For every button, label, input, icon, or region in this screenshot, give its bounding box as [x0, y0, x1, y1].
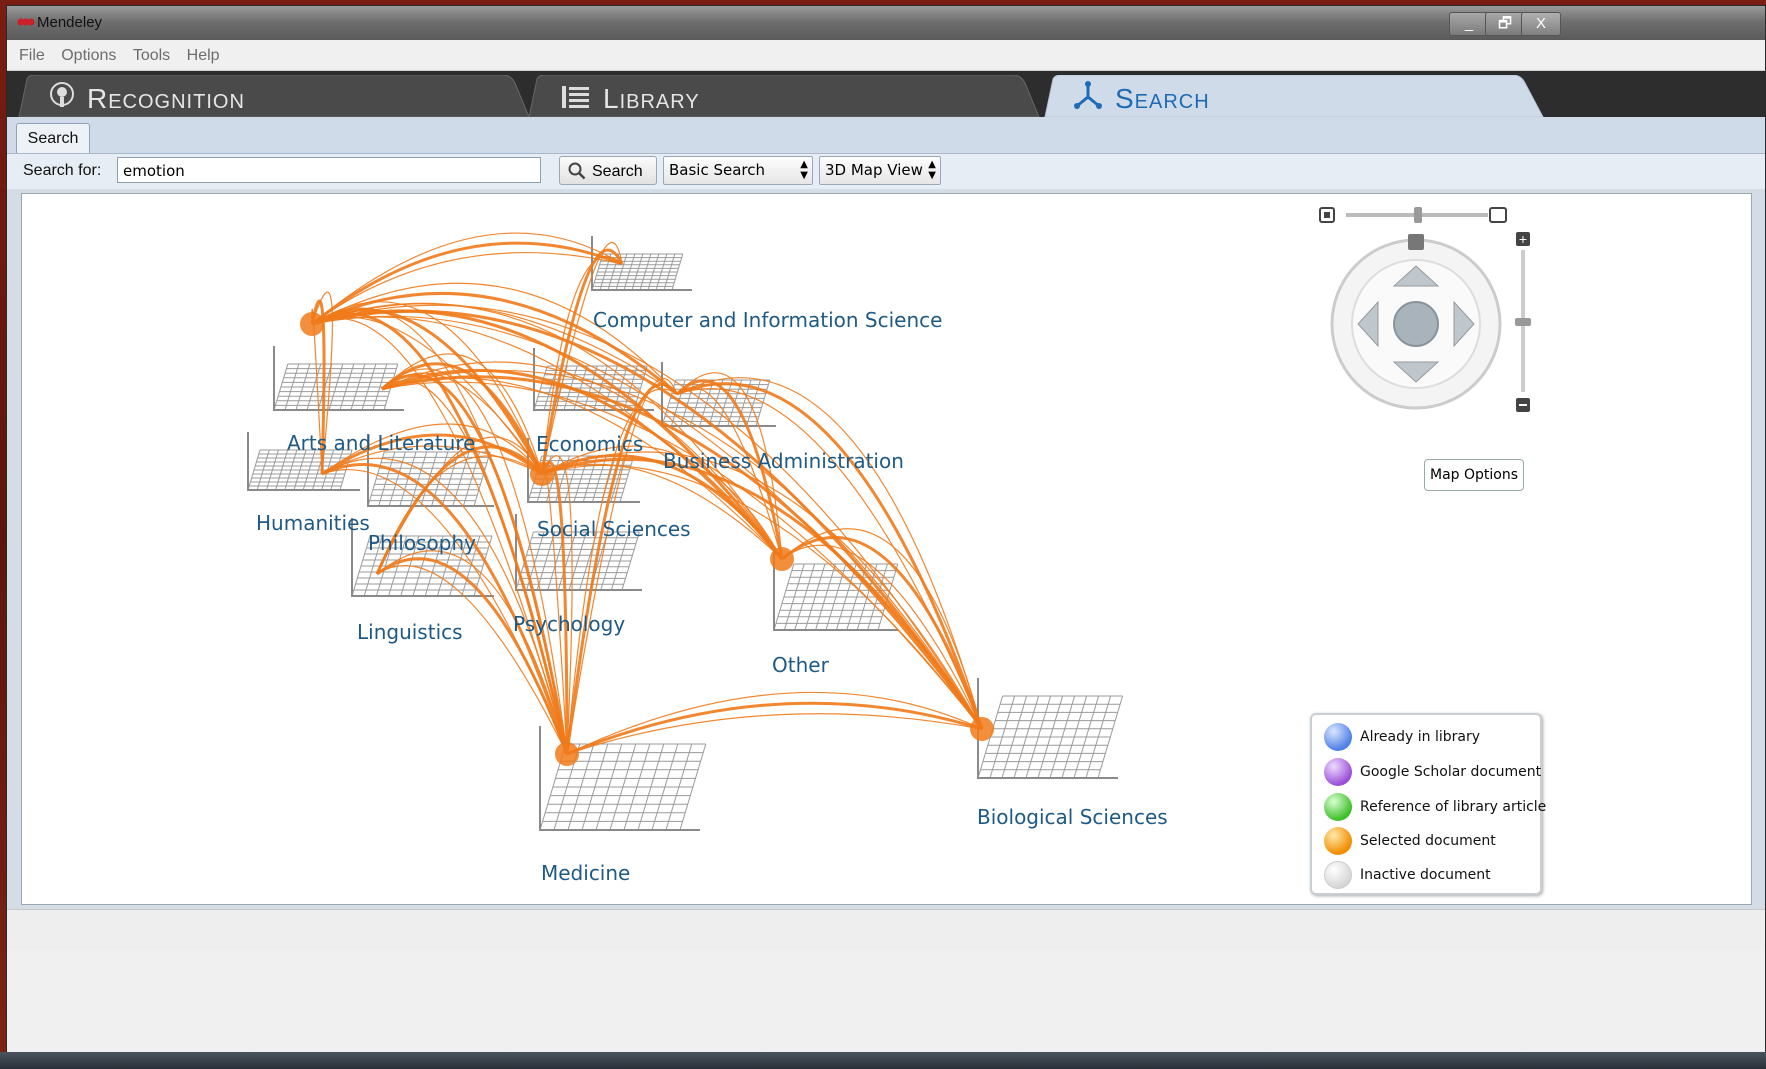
view-mode-value: 3D Map View	[825, 161, 923, 179]
updown-arrow-icon: ▲ ▼	[800, 159, 808, 181]
citation-link	[781, 528, 983, 730]
menu-tools[interactable]: Tools	[133, 47, 170, 65]
category-grid[interactable]	[591, 236, 692, 291]
search-network-icon	[1074, 81, 1102, 109]
link-hub[interactable]	[300, 312, 324, 336]
tab-shape	[528, 75, 1040, 117]
category-label[interactable]: Linguistics	[357, 620, 463, 644]
search-for-label: Search for:	[23, 162, 102, 179]
title-bar[interactable]: Mendeley _ 🗗 X	[7, 6, 1765, 40]
search-toolbar: Search for: emotion Search Basic Search …	[7, 153, 1765, 190]
map-canvas[interactable]: Computer and Information Science Arts an…	[21, 193, 1752, 905]
menu-file[interactable]: File	[19, 47, 45, 65]
category-label[interactable]: Economics	[536, 432, 643, 456]
category-label[interactable]: Medicine	[541, 861, 630, 885]
tab-search[interactable]: Search	[1043, 75, 1565, 117]
close-button[interactable]: X	[1521, 12, 1561, 36]
category-label[interactable]: Business Administration	[663, 449, 904, 473]
subtab-search[interactable]: Search	[16, 123, 90, 154]
recognition-icon	[50, 82, 74, 107]
legend-label: Inactive document	[1360, 867, 1491, 883]
library-icon	[562, 86, 589, 108]
view-mode-select[interactable]: 3D Map View ▲ ▼	[819, 156, 941, 185]
citation-link	[566, 701, 983, 756]
map-legend: Already in library Google Scholar docume…	[1310, 713, 1546, 895]
map-frame: Computer and Information Science Arts an…	[7, 189, 1765, 909]
legend-ball-icon	[1324, 827, 1352, 855]
citation-link	[376, 565, 568, 755]
sub-tab-bar: Search	[7, 117, 1765, 154]
minimize-button[interactable]: _	[1449, 12, 1489, 36]
legend-ball-icon	[1324, 758, 1352, 786]
legend-label: Selected document	[1360, 833, 1496, 849]
citation-link	[676, 388, 983, 730]
category-label[interactable]: Computer and Information Science	[593, 308, 942, 332]
link-hub[interactable]	[970, 717, 994, 741]
map-options-button[interactable]: Map Options	[1424, 459, 1524, 491]
citation-link	[676, 382, 984, 730]
mendeley-logo-icon	[17, 18, 35, 26]
main-tab-strip: Recognition Library Search	[7, 71, 1765, 117]
citation-link	[676, 377, 983, 730]
legend-ball-icon	[1324, 723, 1352, 751]
svg-text:+: +	[1519, 231, 1527, 247]
magnifier-icon	[568, 162, 586, 180]
citation-link	[566, 713, 983, 755]
window-title: Mendeley	[37, 14, 103, 31]
os-taskbar	[0, 1052, 1766, 1069]
menu-bar: File Options Tools Help	[7, 40, 1765, 71]
map-navigation-control[interactable]: +	[1318, 202, 1536, 424]
menu-help[interactable]: Help	[187, 47, 220, 65]
legend-ball-icon	[1324, 793, 1352, 821]
tab-search-label: Search	[1115, 83, 1210, 114]
updown-arrow-icon: ▲ ▼	[928, 159, 936, 181]
category-label[interactable]: Philosophy	[368, 531, 476, 555]
search-input[interactable]: emotion	[117, 157, 541, 183]
tab-recognition[interactable]: Recognition	[13, 75, 533, 117]
link-hub[interactable]	[770, 547, 794, 571]
legend-label: Reference of library article	[1360, 799, 1547, 815]
category-label[interactable]: Other	[772, 653, 829, 677]
link-hub[interactable]	[555, 742, 579, 766]
tab-library[interactable]: Library	[523, 75, 1043, 117]
tab-library-label: Library	[603, 83, 700, 114]
search-button-label: Search	[592, 163, 643, 180]
menu-options[interactable]: Options	[61, 47, 116, 65]
restore-button[interactable]: 🗗	[1485, 12, 1525, 36]
legend-label: Already in library	[1360, 729, 1480, 745]
tab-recognition-label: Recognition	[87, 83, 245, 114]
search-mode-value: Basic Search	[669, 161, 766, 179]
category-grid[interactable]	[977, 678, 1124, 779]
mendeley-window: Mendeley _ 🗗 X File Options Tools Help R…	[6, 5, 1766, 1054]
legend-label: Google Scholar document	[1360, 764, 1542, 780]
link-hub[interactable]	[530, 462, 554, 486]
category-label[interactable]: Biological Sciences	[977, 805, 1168, 829]
category-label[interactable]: Social Sciences	[537, 517, 691, 541]
category-label[interactable]: Humanities	[256, 511, 370, 535]
citation-link	[566, 691, 983, 755]
category-label[interactable]: Psychology	[513, 612, 625, 636]
search-mode-select[interactable]: Basic Search ▲ ▼	[663, 156, 813, 185]
status-bar	[7, 909, 1765, 950]
legend-ball-icon	[1324, 861, 1352, 889]
category-grid[interactable]	[273, 346, 404, 411]
search-button[interactable]: Search	[559, 156, 657, 185]
category-label[interactable]: Arts and Literature	[287, 431, 475, 455]
